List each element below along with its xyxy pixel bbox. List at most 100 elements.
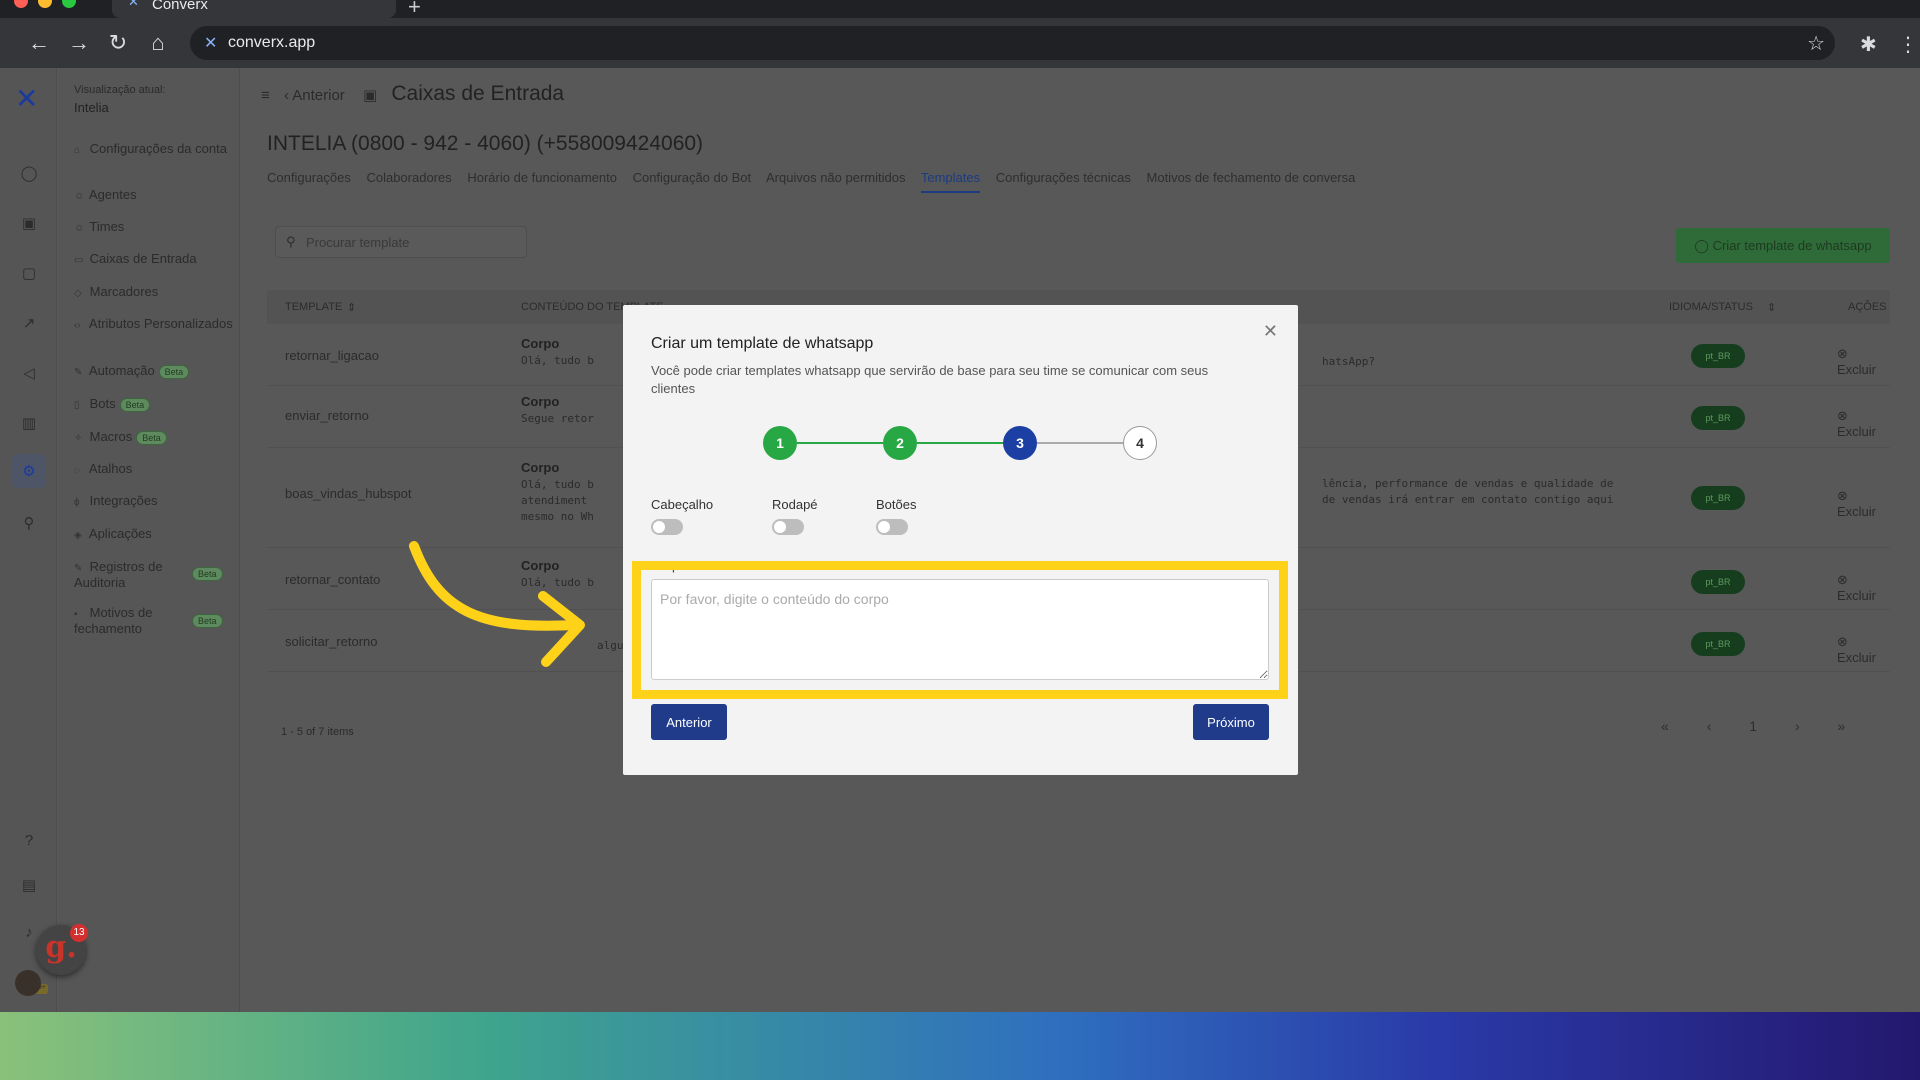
sidebar-item-automacao[interactable]: ✎ Automação Beta (74, 364, 234, 380)
tab-configuracao-bot[interactable]: Configuração do Bot (633, 170, 752, 185)
delete-button[interactable]: ⊗ Excluir (1837, 634, 1890, 665)
sidebar-item-integracoes[interactable]: ϕ Integrações (74, 494, 234, 510)
help-icon[interactable]: ? (20, 832, 38, 850)
page-title: Caixas de Entrada (391, 82, 565, 105)
chevron-left-icon[interactable]: ‹ (284, 87, 289, 104)
current-view-value[interactable]: Intelia (74, 100, 109, 115)
prev-page-icon[interactable]: ‹ (1707, 718, 1712, 734)
reports-icon[interactable]: ↗ (20, 314, 38, 332)
new-tab-icon[interactable]: + (408, 0, 421, 20)
back-link[interactable]: Anterior (292, 87, 345, 104)
forward-arrow-icon[interactable]: → (64, 28, 94, 58)
last-page-icon[interactable]: » (1838, 718, 1846, 734)
buttons-toggle[interactable] (876, 519, 908, 535)
delete-button[interactable]: ⊗ Excluir (1837, 346, 1890, 377)
bookmark-star-icon[interactable]: ☆ (1807, 31, 1825, 56)
address-bar[interactable]: ✕ converx.app ☆ (190, 26, 1835, 60)
campaigns-icon[interactable]: ◁ (20, 364, 38, 382)
footer-toggle[interactable] (772, 519, 804, 535)
sidebar-item-auditoria[interactable]: ✎ Registros de Auditoria (74, 560, 184, 590)
delete-button[interactable]: ⊗ Excluir (1837, 572, 1890, 603)
window-minimize-button[interactable] (38, 0, 52, 8)
sidebar-item-times[interactable]: ☺ Times (74, 220, 234, 236)
converx-logo-icon[interactable]: ✕ (15, 82, 38, 115)
template-content-more: lência, performance de vendas e qualidad… (1322, 477, 1614, 506)
sidebar-item-motivos-fechamento[interactable]: ▪ Motivos de fechamento (74, 606, 184, 636)
dashboard-icon[interactable]: ▣ (20, 214, 38, 232)
tab-templates[interactable]: Templates (920, 170, 981, 193)
tab-configuracoes[interactable]: Configurações (267, 170, 351, 185)
tab-configuracoes-tecnicas[interactable]: Configurações técnicas (996, 170, 1131, 185)
step-4: 4 (1123, 426, 1157, 460)
sidebar-item-bots[interactable]: ▯ Bots Beta (74, 397, 234, 413)
sort-icon[interactable]: ⇕ (1767, 301, 1776, 314)
create-template-button[interactable]: ◯ Criar template de whatsapp (1676, 228, 1890, 263)
window-close-button[interactable] (14, 0, 28, 8)
column-status[interactable]: IDIOMA/STATUS (1669, 301, 1753, 313)
delete-label: Excluir (1837, 424, 1877, 439)
back-arrow-icon[interactable]: ← (24, 28, 54, 58)
sidebar-item-agentes[interactable]: ☺ Agentes (74, 188, 234, 204)
sidebar-item-caixas-entrada[interactable]: ▭ Caixas de Entrada (74, 252, 234, 268)
template-content: Corpo Olá, tudo b (521, 336, 594, 369)
reload-icon[interactable]: ↻ (103, 28, 133, 58)
tab-arquivos[interactable]: Arquivos não permitidos (766, 170, 905, 185)
home-icon[interactable]: ⌂ (143, 28, 173, 58)
settings-sidebar: Visualização atual: Intelia ⌂ Configuraç… (58, 68, 240, 1012)
sidebar-item-label: Times (89, 219, 125, 234)
sidebar-item-aplicacoes[interactable]: ◈ Aplicações (74, 527, 234, 543)
tab-colaboradores[interactable]: Colaboradores (366, 170, 451, 185)
bot-icon: ▯ (74, 400, 80, 411)
delete-button[interactable]: ⊗ Excluir (1837, 488, 1890, 519)
delete-button[interactable]: ⊗ Excluir (1837, 408, 1890, 439)
window-maximize-button[interactable] (62, 0, 76, 8)
modal-title: Criar um template de whatsapp (651, 335, 874, 352)
inbox-icon: ▣ (362, 87, 378, 104)
column-template[interactable]: TEMPLATE (285, 301, 342, 313)
converx-favicon-icon: ✕ (128, 0, 139, 9)
previous-button[interactable]: Anterior (651, 704, 727, 740)
extensions-puzzle-icon[interactable]: ✱ (1860, 32, 1877, 57)
menu-icon[interactable]: ≡ (261, 87, 270, 104)
next-button[interactable]: Próximo (1193, 704, 1269, 740)
next-page-icon[interactable]: › (1795, 718, 1800, 734)
sidebar-item-label: Atributos Personalizados (88, 316, 233, 331)
template-content: Corpo Segue retor (521, 394, 594, 427)
docs-book-icon[interactable]: ▤ (20, 876, 38, 894)
template-search[interactable]: ⚲ Procurar template (275, 226, 527, 258)
current-page[interactable]: 1 (1749, 718, 1757, 734)
sidebar-item-configuracoes-conta[interactable]: ⌂ Configurações da conta (74, 142, 234, 158)
integrations-link-icon[interactable]: ⚲ (20, 514, 38, 532)
notifications-bell-icon[interactable]: ♪ (20, 924, 38, 942)
pagination: « ‹ 1 › » (1661, 718, 1879, 734)
sort-icon[interactable]: ⇕ (347, 301, 356, 314)
tab-motivos-fechamento[interactable]: Motivos de fechamento de conversa (1147, 170, 1356, 185)
sidebar-item-macros[interactable]: ✧ Macros Beta (74, 430, 234, 446)
step-3: 3 (1003, 426, 1037, 460)
create-template-modal: Criar um template de whatsapp ✕ Você pod… (623, 305, 1298, 775)
icon-rail: ✕ ◯ ▣ ▢ ↗ ◁ ▥ ⚙ ⚲ ? ▤ ♪ 99+ (0, 68, 57, 1012)
integration-icon: ϕ (74, 497, 80, 508)
body-textarea[interactable] (651, 579, 1269, 680)
library-icon[interactable]: ▥ (20, 414, 38, 432)
browser-menu-icon[interactable]: ⋮ (1898, 32, 1918, 57)
browser-tab[interactable]: ✕ Converx (112, 0, 396, 18)
address-url: converx.app (228, 34, 316, 51)
close-icon[interactable]: ✕ (1263, 321, 1278, 342)
apps-icon: ◈ (74, 530, 82, 541)
tab-horario[interactable]: Horário de funcionamento (467, 170, 617, 185)
content-preview: Segue retor (521, 412, 594, 425)
sidebar-item-label: Aplicações (88, 526, 152, 541)
settings-gear-icon[interactable]: ⚙ (20, 462, 38, 480)
sidebar-item-label: Atalhos (88, 461, 133, 476)
first-page-icon[interactable]: « (1661, 718, 1669, 734)
avatar[interactable] (15, 970, 41, 996)
sidebar-item-atalhos[interactable]: ◌ Atalhos (74, 462, 234, 478)
modal-description: Você pode criar templates whatsapp que s… (651, 363, 1209, 396)
sidebar-item-atributos[interactable]: ‹› Atributos Personalizados (74, 317, 234, 333)
conversations-icon[interactable]: ◯ (20, 164, 38, 182)
contacts-icon[interactable]: ▢ (20, 264, 38, 282)
sidebar-item-marcadores[interactable]: ◇ Marcadores (74, 285, 234, 301)
sidebar-item-label: Integrações (89, 493, 158, 508)
header-toggle[interactable] (651, 519, 683, 535)
